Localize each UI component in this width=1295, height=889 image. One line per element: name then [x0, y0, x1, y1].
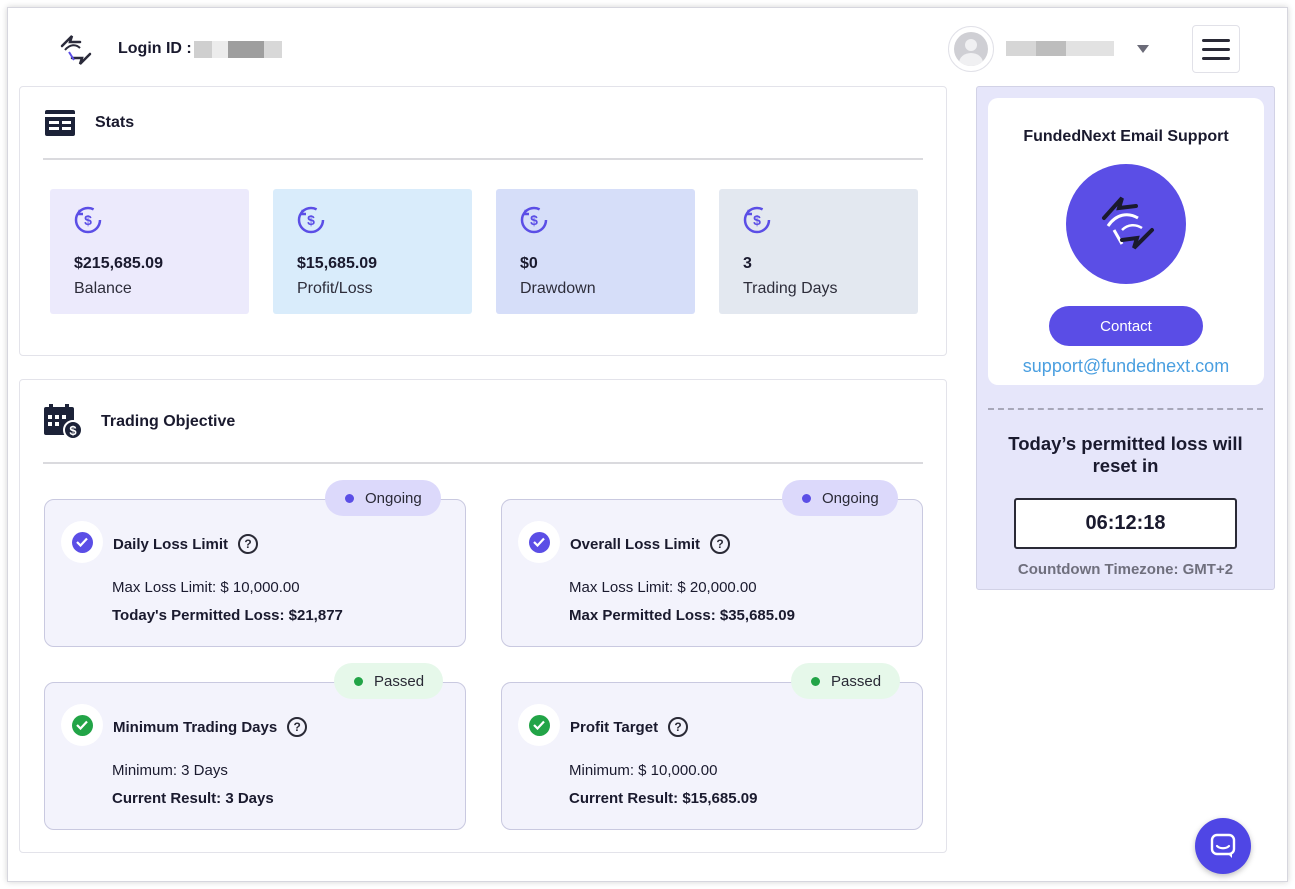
svg-text:$: $: [753, 212, 761, 228]
stat-value: $215,685.09: [74, 255, 163, 272]
countdown-timer: 06:12:18: [1014, 498, 1237, 549]
help-icon[interactable]: ?: [710, 534, 731, 554]
status-dot: [802, 493, 811, 503]
stat-card-trading-days: $ 3 Trading Days: [719, 189, 918, 314]
status-badge: Passed: [334, 663, 444, 699]
trading-objective-panel: $ Trading Objective Ongoing Daily Loss L…: [19, 379, 947, 853]
stat-card-balance: $ $215,685.09 Balance: [50, 189, 249, 314]
check-circle: [61, 521, 103, 563]
check-circle: [61, 704, 103, 746]
calendar-dollar-icon: $: [44, 404, 83, 440]
objective-card-title: Minimum Trading Days: [113, 718, 278, 736]
objective-detail: Minimum: $ 10,000.00: [569, 762, 718, 779]
objective-result: Current Result: $15,685.09: [569, 790, 758, 807]
stat-label: Drawdown: [520, 280, 596, 297]
status-badge-label: Passed: [831, 672, 882, 690]
stat-label: Trading Days: [743, 280, 838, 297]
contact-button[interactable]: Contact: [1049, 306, 1203, 346]
check-icon: [528, 531, 550, 553]
objective-title-row: Minimum Trading Days ?: [113, 717, 308, 737]
help-icon[interactable]: ?: [238, 534, 259, 554]
objective-detail: Max Loss Limit: $ 10,000.00: [112, 579, 300, 596]
objective-card-profit-target: Passed Profit Target ? Minimum: $ 10,000…: [501, 663, 923, 830]
hamburger-menu-button[interactable]: [1192, 25, 1240, 73]
stat-value: 3: [743, 255, 752, 272]
status-dot: [811, 676, 820, 686]
objective-detail: Minimum: 3 Days: [112, 762, 228, 779]
check-icon: [528, 714, 550, 736]
hamburger-icon: [1202, 38, 1230, 42]
status-badge-label: Ongoing: [822, 489, 879, 507]
check-icon: [71, 714, 93, 736]
objective-detail: Max Loss Limit: $ 20,000.00: [569, 579, 757, 596]
email-support-card: FundedNext Email Support Contact support…: [988, 98, 1264, 385]
svg-text:$: $: [69, 423, 77, 438]
dollar-refresh-icon: $: [297, 206, 325, 234]
status-badge-label: Passed: [374, 672, 425, 690]
support-email-link[interactable]: support@fundednext.com: [988, 356, 1264, 377]
reset-countdown-title: Today’s permitted loss will reset in: [1008, 433, 1243, 476]
stats-header: Stats: [44, 109, 134, 137]
login-id-redacted: [194, 41, 282, 58]
fundednext-logo-badge: [1066, 164, 1186, 284]
login-id-label: Login ID :: [118, 40, 192, 57]
stats-panel: Stats $ $215,685.09 Balance $ $15,685.09…: [19, 86, 947, 356]
objective-result: Current Result: 3 Days: [112, 790, 274, 807]
stat-value: $0: [520, 255, 538, 272]
check-circle: [518, 521, 560, 563]
stats-title: Stats: [95, 114, 135, 131]
dollar-refresh-icon: $: [743, 206, 771, 234]
caret-down-icon[interactable]: [1137, 45, 1149, 53]
stat-value: $15,685.09: [297, 255, 378, 272]
status-badge: Ongoing: [325, 480, 441, 516]
svg-text:$: $: [307, 212, 315, 228]
objective-result: Today's Permitted Loss: $21,877: [112, 607, 343, 624]
hamburger-bar: [1202, 47, 1230, 51]
countdown-timezone: Countdown Timezone: GMT+2: [1017, 561, 1234, 578]
objective-card-title: Profit Target: [570, 718, 659, 736]
stats-card-icon: [45, 110, 75, 136]
chat-launcher-button[interactable]: [1195, 818, 1251, 874]
stat-card-profit-loss: $ $15,685.09 Profit/Loss: [273, 189, 472, 314]
stat-card-drawdown: $ $0 Drawdown: [496, 189, 695, 314]
objective-title-row: Overall Loss Limit ?: [570, 534, 731, 554]
objective-result: Max Permitted Loss: $35,685.09: [569, 607, 795, 624]
objective-card-overall-loss: Ongoing Overall Loss Limit ? Max Loss Li…: [501, 480, 923, 647]
hamburger-bar: [1202, 56, 1230, 60]
objective-title: Trading Objective: [101, 413, 236, 430]
support-title: FundedNext Email Support: [1023, 128, 1229, 145]
fundednext-logo[interactable]: [56, 32, 96, 68]
support-panel: FundedNext Email Support Contact support…: [976, 86, 1275, 590]
top-header: Login ID :: [8, 8, 1287, 84]
status-badge: Passed: [791, 663, 901, 699]
dollar-refresh-icon: $: [520, 206, 548, 234]
dashed-divider: [988, 408, 1263, 410]
objective-title-row: Profit Target ?: [570, 717, 689, 737]
status-badge-label: Ongoing: [365, 489, 422, 507]
stat-label: Balance: [74, 280, 132, 297]
objective-title-row: Daily Loss Limit ?: [113, 534, 259, 554]
objective-card-title: Overall Loss Limit: [570, 535, 701, 553]
objective-card-title: Daily Loss Limit: [113, 535, 229, 553]
username-redacted[interactable]: [1006, 41, 1114, 56]
avatar-placeholder-icon: [954, 32, 988, 66]
user-avatar[interactable]: [948, 26, 994, 72]
status-dot: [345, 493, 354, 503]
svg-text:$: $: [530, 212, 538, 228]
objective-header: $ Trading Objective: [43, 404, 235, 440]
status-dot: [354, 676, 363, 686]
check-icon: [71, 531, 93, 553]
objective-divider: [43, 462, 923, 464]
check-circle: [518, 704, 560, 746]
status-badge: Ongoing: [782, 480, 898, 516]
stats-divider: [43, 158, 923, 160]
stat-label: Profit/Loss: [297, 280, 373, 297]
svg-text:$: $: [84, 212, 92, 228]
chat-bubble-icon: [1210, 833, 1236, 858]
objective-card-daily-loss: Ongoing Daily Loss Limit ? Max Loss Limi…: [44, 480, 466, 647]
objective-card-min-trading-days: Passed Minimum Trading Days ? Minimum: 3…: [44, 663, 466, 830]
help-icon[interactable]: ?: [668, 717, 689, 737]
dollar-refresh-icon: $: [74, 206, 102, 234]
help-icon[interactable]: ?: [287, 717, 308, 737]
